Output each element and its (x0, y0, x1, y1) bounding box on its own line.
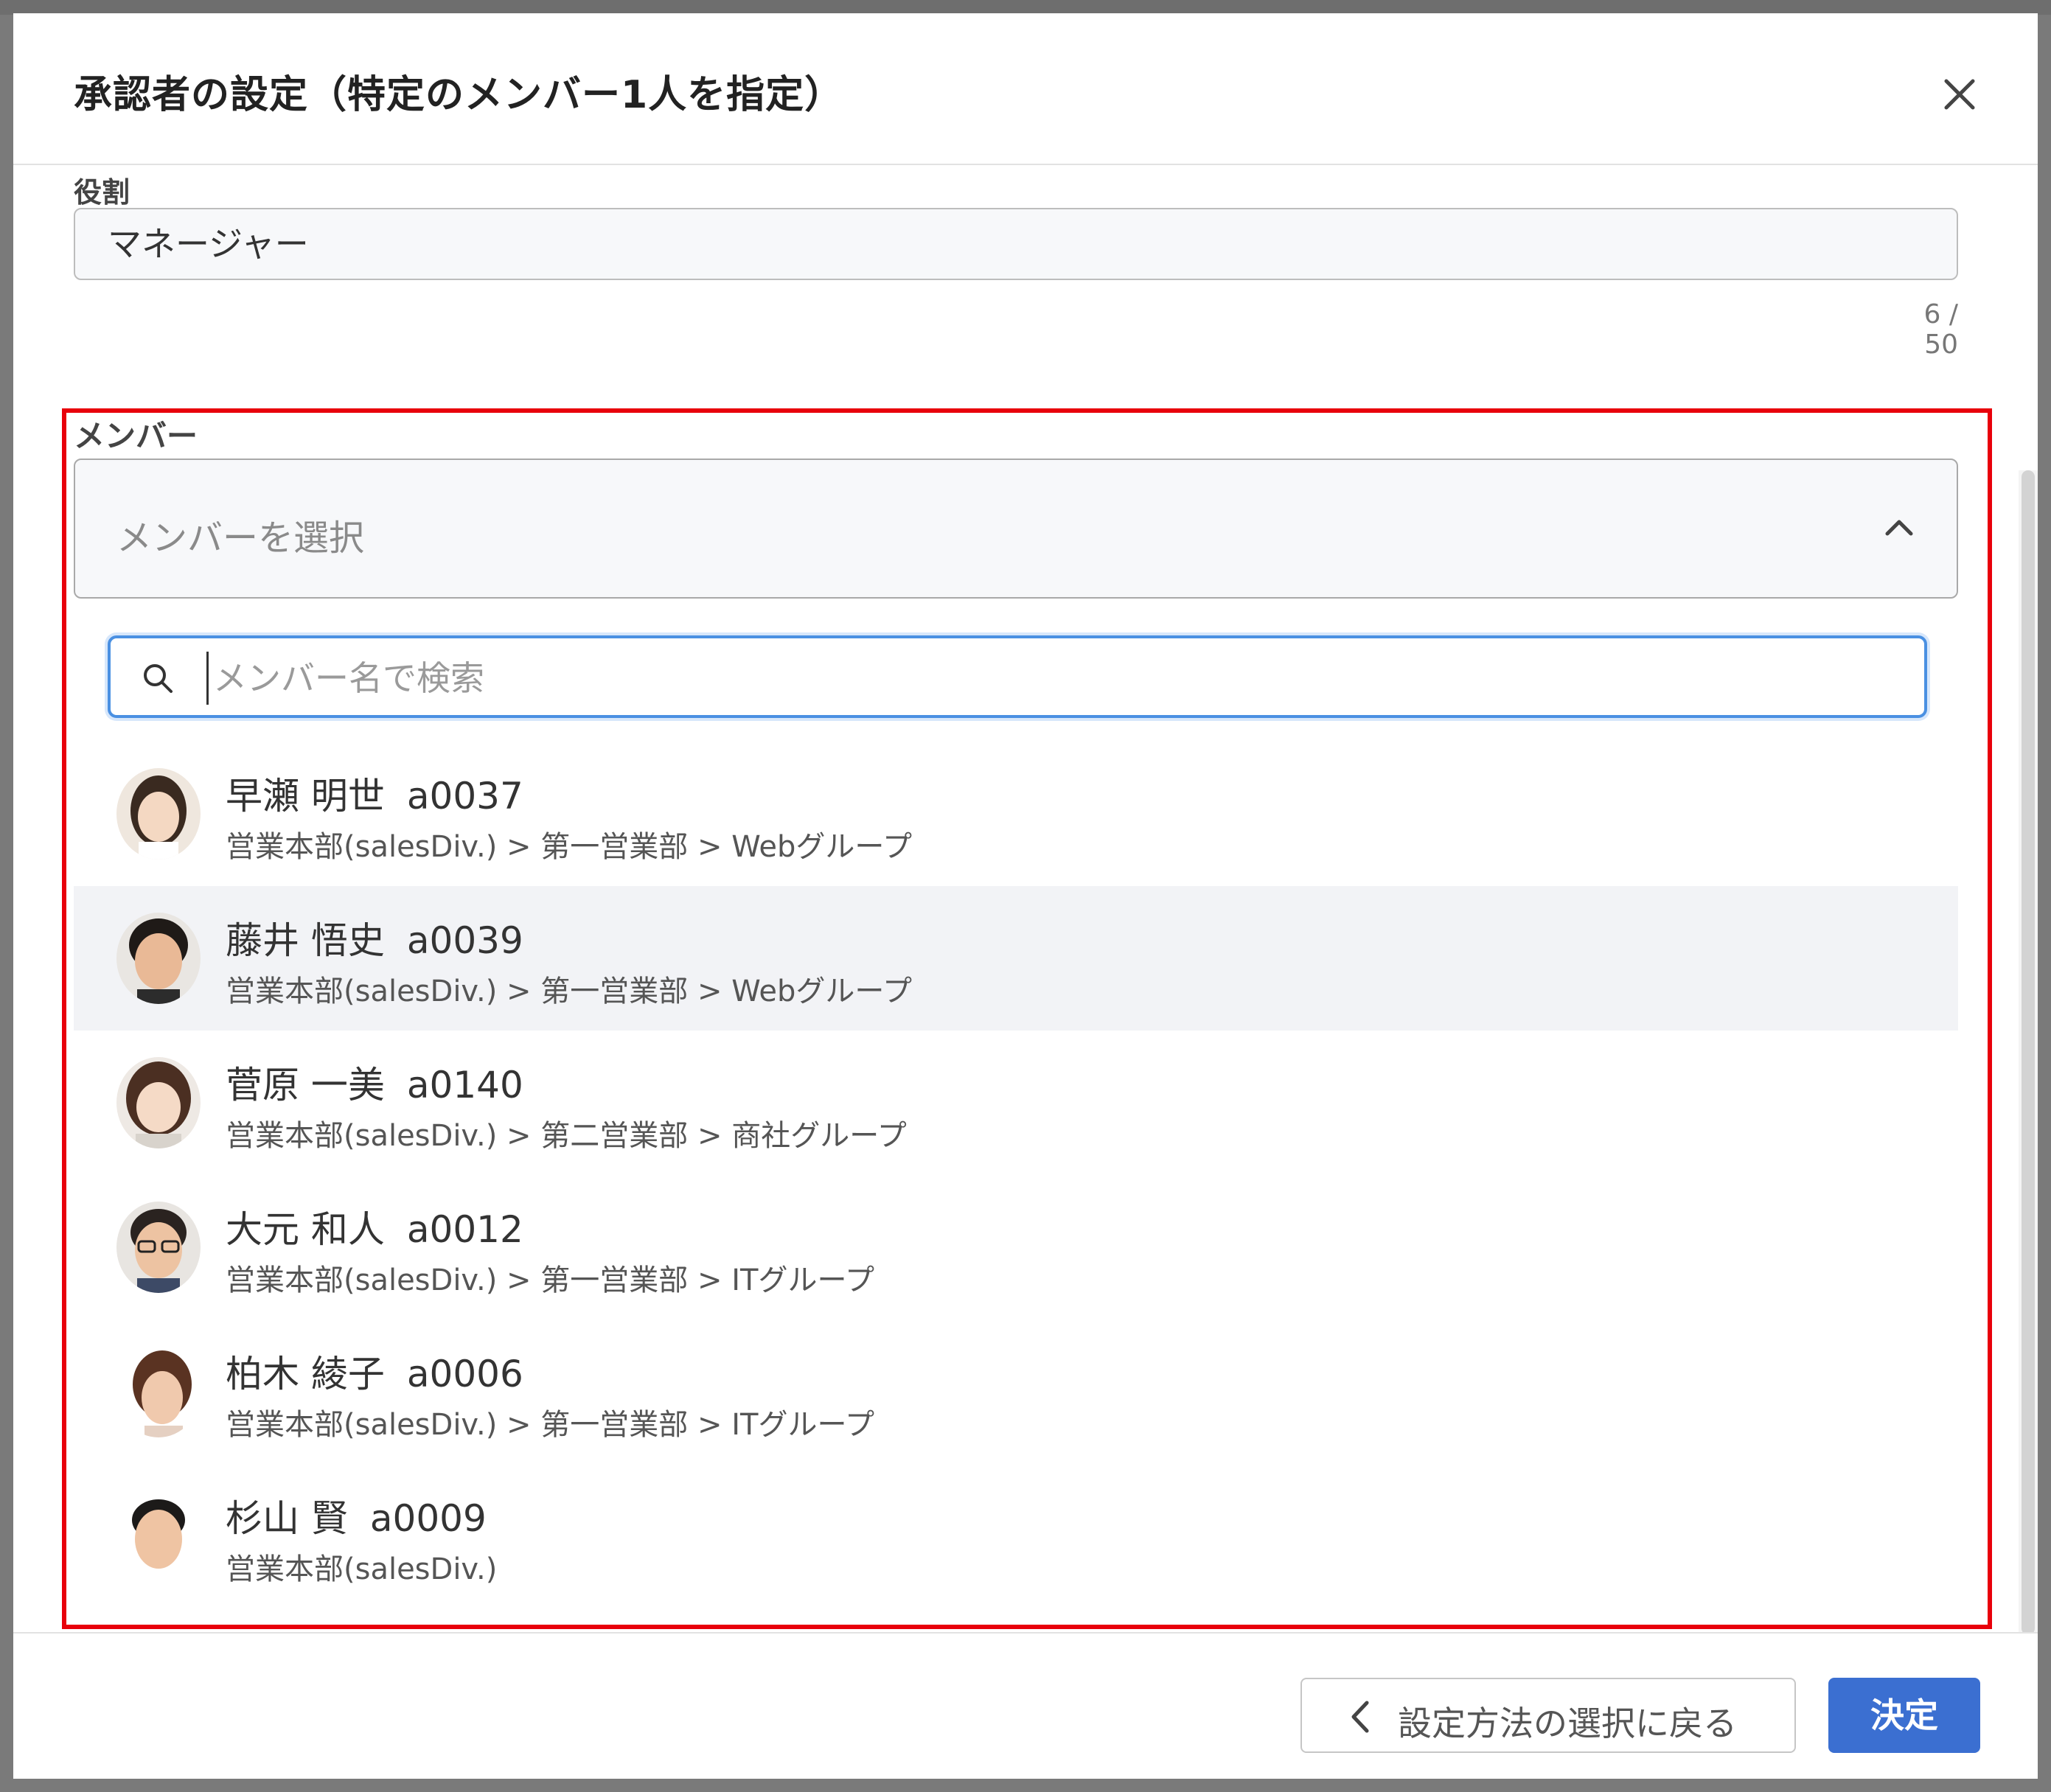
member-select-placeholder: メンバーを選択 (116, 517, 365, 559)
member-name-line: 大元 和人 a0012 (226, 1200, 523, 1253)
character-counter: 6 / 50 (1923, 299, 1958, 360)
member-name: 大元 和人 (226, 1208, 385, 1251)
member-dropdown: 早瀬 明世 a0037 営業本部(salesDiv.) > 第一営業部 > Web… (74, 602, 1958, 1632)
avatar (116, 768, 201, 860)
avatar (116, 913, 201, 1004)
chevron-up-icon[interactable] (1877, 506, 1921, 550)
member-department-path: 営業本部(salesDiv.) > 第二営業部 > 商社グループ (226, 1119, 907, 1153)
member-name: 藤井 悟史 (226, 919, 385, 962)
background-toolbar (0, 0, 2051, 15)
member-search-input[interactable] (206, 652, 1895, 705)
member-select[interactable]: メンバーを選択 (74, 459, 1958, 599)
member-department-path: 営業本部(salesDiv.) > 第一営業部 > Webグループ (226, 975, 913, 1008)
confirm-button[interactable]: 決定 (1828, 1678, 1980, 1753)
back-button-label: 設定方法の選択に戻る (1398, 1704, 1737, 1743)
avatar (116, 1202, 201, 1293)
dialog-footer: 設定方法の選択に戻る 決定 (13, 1632, 2038, 1779)
member-name: 早瀬 明世 (226, 775, 385, 817)
approver-settings-dialog: 承認者の設定（特定のメンバー1人を指定） 役割 マネージャー 6 / 50 メン… (13, 13, 2038, 1779)
member-label: メンバー (74, 418, 198, 454)
member-id: a0006 (406, 1353, 523, 1395)
list-item[interactable]: 菅原 一美 a0140 営業本部(salesDiv.) > 第二営業部 > 商社グ… (74, 1031, 1958, 1175)
scrollbar-thumb[interactable] (2022, 470, 2035, 1635)
member-name-line: 杉山 賢 a0009 (226, 1489, 487, 1542)
back-button[interactable]: 設定方法の選択に戻る (1300, 1678, 1796, 1753)
member-name-line: 早瀬 明世 a0037 (226, 767, 523, 820)
dialog-body: 役割 マネージャー 6 / 50 メンバー メンバーを選択 メンバー名で検索 早… (13, 165, 2038, 1632)
role-label: 役割 (74, 176, 130, 209)
avatar (116, 1346, 201, 1437)
member-id: a0009 (369, 1497, 487, 1540)
chevron-left-icon (1351, 1701, 1369, 1733)
close-button[interactable] (1930, 65, 1989, 124)
member-name: 杉山 賢 (226, 1497, 348, 1540)
member-name-line: 藤井 悟史 a0039 (226, 911, 523, 964)
member-name-line: 菅原 一美 a0140 (226, 1056, 523, 1109)
member-department-path: 営業本部(salesDiv.) > 第一営業部 > Webグループ (226, 830, 913, 864)
member-id: a0039 (406, 919, 523, 962)
search-icon (144, 664, 173, 693)
avatar (116, 1057, 201, 1148)
dialog-title: 承認者の設定（特定のメンバー1人を指定） (74, 73, 844, 117)
member-id: a0140 (406, 1064, 523, 1106)
dialog-header: 承認者の設定（特定のメンバー1人を指定） (13, 13, 2038, 165)
member-department-path: 営業本部(salesDiv.) (226, 1552, 498, 1586)
role-input[interactable]: マネージャー (74, 208, 1958, 280)
avatar (116, 1491, 201, 1582)
member-name: 菅原 一美 (226, 1064, 385, 1106)
list-item[interactable]: 杉山 賢 a0009 営業本部(salesDiv.) (74, 1464, 1958, 1608)
list-item[interactable]: 大元 和人 a0012 営業本部(salesDiv.) > 第一営業部 > ITグ… (74, 1175, 1958, 1319)
member-id: a0037 (406, 775, 523, 817)
list-item[interactable]: 柏木 綾子 a0006 営業本部(salesDiv.) > 第一営業部 > ITグ… (74, 1319, 1958, 1464)
member-search-box[interactable] (108, 635, 1927, 718)
member-department-path: 営業本部(salesDiv.) > 第一営業部 > ITグループ (226, 1408, 875, 1442)
list-item[interactable]: 藤井 悟史 a0039 営業本部(salesDiv.) > 第一営業部 > Web… (74, 886, 1958, 1031)
member-name-line: 柏木 綾子 a0006 (226, 1345, 523, 1398)
list-item[interactable]: 早瀬 明世 a0037 営業本部(salesDiv.) > 第一営業部 > Web… (74, 742, 1958, 886)
member-list: 早瀬 明世 a0037 営業本部(salesDiv.) > 第一営業部 > Web… (74, 742, 1958, 1608)
member-department-path: 営業本部(salesDiv.) > 第一営業部 > ITグループ (226, 1263, 875, 1297)
close-icon (1944, 79, 1975, 110)
member-id: a0012 (406, 1208, 523, 1251)
member-name: 柏木 綾子 (226, 1353, 385, 1395)
